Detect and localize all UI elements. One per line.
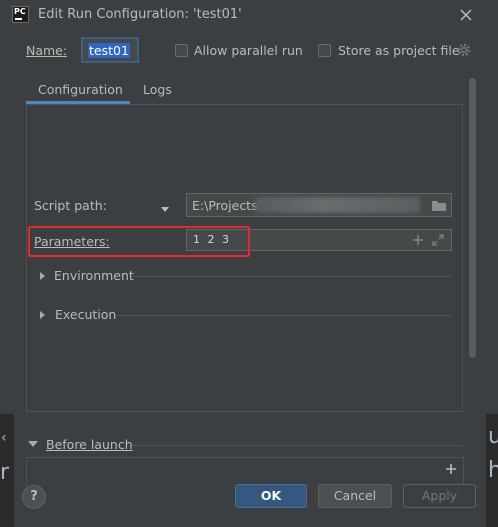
scrollbar-thumb[interactable] — [469, 78, 476, 358]
redacted-path — [255, 197, 420, 213]
background-text: h — [488, 458, 498, 483]
section-divider — [132, 445, 462, 446]
script-path-input[interactable]: E:\Projects — [186, 193, 452, 217]
chevron-right-icon[interactable] — [40, 311, 45, 319]
section-divider — [116, 315, 452, 316]
tab-logs[interactable]: Logs — [143, 82, 172, 97]
cancel-button[interactable]: Cancel — [318, 484, 392, 508]
name-label: Name: — [26, 43, 68, 58]
script-type-dropdown[interactable] — [160, 202, 170, 217]
expand-icon[interactable] — [431, 233, 445, 247]
name-input-value: test01 — [88, 43, 130, 58]
help-button[interactable]: ? — [22, 485, 46, 509]
store-project-checkbox[interactable] — [318, 44, 331, 57]
plus-icon — [446, 464, 456, 474]
settings-button[interactable] — [456, 42, 472, 61]
store-project-label[interactable]: Store as project file — [338, 43, 460, 58]
pycharm-app-icon: PC — [12, 6, 29, 23]
environment-section-toggle[interactable]: Environment — [54, 268, 134, 283]
execution-section-toggle[interactable]: Execution — [55, 307, 116, 322]
allow-parallel-label[interactable]: Allow parallel run — [194, 43, 303, 58]
before-launch-list[interactable] — [26, 457, 464, 487]
annotation-highlight-box — [28, 226, 250, 257]
close-icon — [460, 9, 472, 21]
app-icon-text: PC — [14, 7, 26, 16]
name-input[interactable]: test01 — [81, 37, 139, 63]
tab-configuration-label: Configuration — [38, 82, 123, 97]
background-text: u — [488, 424, 498, 449]
background-text: ‹ — [1, 430, 7, 446]
section-divider — [132, 276, 452, 277]
script-path-value: E:\Projects — [192, 198, 258, 213]
tab-configuration[interactable]: Configuration — [26, 74, 130, 104]
chevron-down-icon[interactable] — [28, 441, 38, 447]
chevron-right-icon[interactable] — [40, 272, 45, 280]
allow-parallel-checkbox[interactable] — [175, 44, 188, 57]
folder-icon[interactable] — [431, 198, 447, 212]
close-button[interactable] — [454, 3, 478, 27]
before-launch-toggle[interactable]: Before launch — [46, 437, 133, 452]
gear-icon — [457, 43, 471, 57]
add-task-button[interactable] — [444, 462, 458, 479]
chevron-down-icon — [161, 207, 169, 212]
plus-icon[interactable] — [411, 233, 425, 247]
ok-button[interactable]: OK — [235, 484, 307, 508]
window-title: Edit Run Configuration: 'test01' — [38, 7, 242, 22]
apply-button[interactable]: Apply — [403, 484, 476, 508]
background-text: r — [0, 460, 10, 485]
configuration-panel — [26, 104, 463, 412]
script-path-label: Script path: — [34, 198, 107, 213]
